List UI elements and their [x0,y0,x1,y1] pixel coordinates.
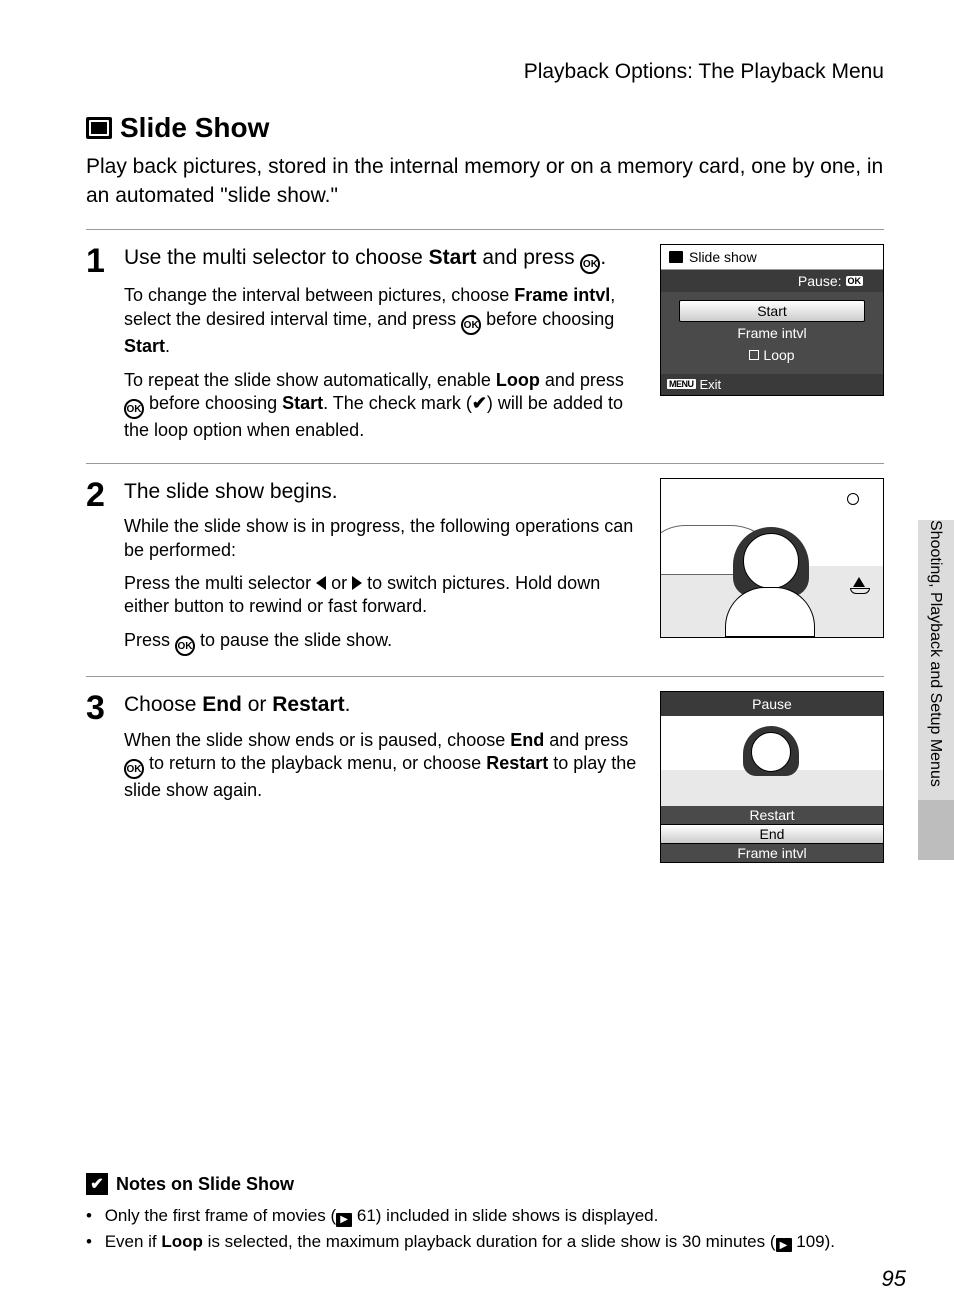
figure-slideshow-playing [660,478,884,638]
side-tab-label: Shooting, Playback and Setup Menus [926,520,944,840]
step-number: 1 [86,244,124,453]
figure-title: Slide show [689,249,757,265]
note-item: Only the first frame of movies (▶ 61) in… [86,1203,884,1229]
ok-icon: OK [175,636,195,656]
sun-icon [847,493,859,505]
step-detail: To change the interval between pictures,… [124,284,646,358]
step-number: 3 [86,691,124,863]
section-title: Slide Show [86,112,884,144]
boat-icon [853,577,865,587]
figure-menu-item-end: End [661,824,883,844]
ok-icon: OK [580,254,600,274]
arrow-left-icon [316,576,326,590]
step-3: 3 Choose End or Restart. When the slide … [86,676,884,873]
figure-pause-menu: Pause Restart End Frame intvl [660,691,884,863]
figure-footer: MENU Exit [661,374,883,395]
slideshow-icon [86,117,112,139]
step-number: 2 [86,478,124,666]
side-tab: Shooting, Playback and Setup Menus [918,520,954,860]
figure-pause-header: Pause [661,692,883,716]
step-detail: Press the multi selector or to switch pi… [124,572,646,619]
step-detail: While the slide show is in progress, the… [124,515,646,562]
page-ref-icon: ▶ [336,1213,352,1227]
step-detail: When the slide show ends or is paused, c… [124,729,646,803]
figure-pause-image [661,716,883,806]
section-title-text: Slide Show [120,112,269,144]
page-number: 95 [882,1266,906,1292]
check-icon: ✔ [472,392,487,415]
figure-pause-bar: Pause:OK [661,270,883,292]
intro-text: Play back pictures, stored in the intern… [86,152,884,211]
caution-icon: ✔ [86,1173,108,1195]
step-heading: Choose End or Restart. [124,691,646,718]
note-item: Even if Loop is selected, the maximum pl… [86,1229,884,1255]
step-1: 1 Use the multi selector to choose Start… [86,229,884,463]
ok-icon: OK [846,276,864,286]
ok-icon: OK [124,759,144,779]
figure-menu-item-start: Start [679,300,865,322]
notes-section: ✔ Notes on Slide Show Only the first fra… [86,1173,884,1254]
checkbox-icon [749,350,759,360]
step-detail: To repeat the slide show automatically, … [124,369,646,443]
step-heading: Use the multi selector to choose Start a… [124,244,646,275]
figure-menu-item-frame-intvl: Frame intvl [661,844,883,862]
arrow-right-icon [352,576,362,590]
ok-icon: OK [461,315,481,335]
figure-slideshow-menu: Slide show Pause:OK Start Frame intvl Lo… [660,244,884,396]
person-shape [711,527,831,637]
figure-menu-item-restart: Restart [661,806,883,824]
figure-menu-item-frame-intvl: Frame intvl [679,322,865,344]
page-ref-icon: ▶ [776,1238,792,1252]
step-2: 2 The slide show begins. While the slide… [86,463,884,676]
chapter-title: Playback Options: The Playback Menu [86,60,884,84]
ok-icon: OK [124,399,144,419]
figure-title-bar: Slide show [661,245,883,270]
side-tab-marker [918,800,954,860]
figure-menu-item-loop: Loop [679,344,865,366]
notes-title-text: Notes on Slide Show [116,1174,294,1195]
step-heading: The slide show begins. [124,478,646,505]
slideshow-icon [669,251,683,263]
step-detail: Press OK to pause the slide show. [124,629,646,657]
notes-heading: ✔ Notes on Slide Show [86,1173,884,1195]
menu-button-icon: MENU [667,379,696,389]
